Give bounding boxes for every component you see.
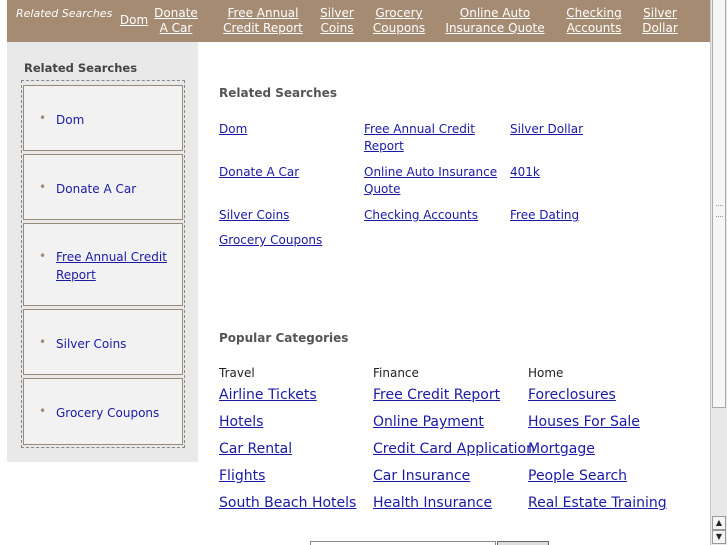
sidebar-item-label[interactable]: Silver Coins xyxy=(56,335,176,353)
scroll-down-arrow-icon[interactable]: ▼ xyxy=(712,530,726,544)
related-link-online-auto-insurance-quote[interactable]: Online Auto Insurance Quote xyxy=(364,164,504,198)
sidebar-item-free-annual-credit-report[interactable]: • Free Annual Credit Report xyxy=(23,223,183,306)
related-link-free-annual-credit-report[interactable]: Free Annual Credit Report xyxy=(364,121,504,155)
scrollbar-thumb[interactable] xyxy=(712,0,726,408)
top-nav-link-silver-coins[interactable]: Silver Coins xyxy=(318,6,356,36)
category-link-credit-card-application[interactable]: Credit Card Application xyxy=(373,441,535,457)
category-link-car-insurance[interactable]: Car Insurance xyxy=(373,468,470,484)
scrollbar-grip-icon xyxy=(716,205,723,217)
sidebar: Related Searches • Dom • Donate A Car • … xyxy=(7,42,198,462)
sidebar-item-donate-a-car[interactable]: • Donate A Car xyxy=(23,154,183,220)
sidebar-item-grocery-coupons[interactable]: • Grocery Coupons xyxy=(23,378,183,445)
category-heading-travel: Travel xyxy=(219,366,255,380)
related-link-401k[interactable]: 401k xyxy=(510,164,650,181)
top-nav-title: Related Searches xyxy=(16,7,113,20)
related-link-silver-dollar[interactable]: Silver Dollar xyxy=(510,121,650,138)
top-nav-link-silver-dollar[interactable]: Silver Dollar xyxy=(640,6,680,36)
top-nav-link-grocery-coupons[interactable]: Grocery Coupons xyxy=(370,6,428,36)
category-heading-finance: Finance xyxy=(373,366,419,380)
category-link-car-rental[interactable]: Car Rental xyxy=(219,441,292,457)
sidebar-item-label[interactable]: Free Annual Credit Report xyxy=(56,248,176,284)
category-link-health-insurance[interactable]: Health Insurance xyxy=(373,495,492,511)
top-nav-link-free-annual-credit-report[interactable]: Free Annual Credit Report xyxy=(216,6,310,36)
search-button[interactable] xyxy=(497,541,549,545)
sidebar-list: • Dom • Donate A Car • Free Annual Credi… xyxy=(21,80,185,448)
sidebar-item-label[interactable]: Grocery Coupons xyxy=(56,404,176,422)
category-link-hotels[interactable]: Hotels xyxy=(219,414,263,430)
popular-categories-title: Popular Categories xyxy=(219,331,349,345)
category-link-online-payment[interactable]: Online Payment xyxy=(373,414,484,430)
sidebar-item-dom[interactable]: • Dom xyxy=(23,85,183,151)
bullet-icon: • xyxy=(39,249,47,263)
top-nav-link-dom[interactable]: Dom xyxy=(119,13,149,28)
top-nav-link-donate-a-car[interactable]: Donate A Car xyxy=(153,6,199,36)
top-nav-link-online-auto-insurance-quote[interactable]: Online Auto Insurance Quote xyxy=(445,6,545,36)
related-link-grocery-coupons[interactable]: Grocery Coupons xyxy=(219,232,359,249)
related-link-dom[interactable]: Dom xyxy=(219,121,359,138)
bullet-icon: • xyxy=(39,335,47,349)
top-nav-bar: Related Searches Dom Donate A Car Free A… xyxy=(7,0,710,42)
category-link-real-estate-training[interactable]: Real Estate Training xyxy=(528,495,667,511)
sidebar-title: Related Searches xyxy=(24,61,138,75)
search-input[interactable] xyxy=(310,541,496,545)
bullet-icon: • xyxy=(39,180,47,194)
category-link-flights[interactable]: Flights xyxy=(219,468,265,484)
category-link-free-credit-report[interactable]: Free Credit Report xyxy=(373,387,500,403)
category-heading-home: Home xyxy=(528,366,564,380)
related-link-free-dating[interactable]: Free Dating xyxy=(510,207,650,224)
category-link-houses-for-sale[interactable]: Houses For Sale xyxy=(528,414,640,430)
sidebar-item-label[interactable]: Donate A Car xyxy=(56,180,176,198)
category-link-south-beach-hotels[interactable]: South Beach Hotels xyxy=(219,495,356,511)
related-link-silver-coins[interactable]: Silver Coins xyxy=(219,207,359,224)
category-link-airline-tickets[interactable]: Airline Tickets xyxy=(219,387,317,403)
category-link-foreclosures[interactable]: Foreclosures xyxy=(528,387,616,403)
sidebar-item-silver-coins[interactable]: • Silver Coins xyxy=(23,309,183,375)
related-link-checking-accounts[interactable]: Checking Accounts xyxy=(364,207,504,224)
related-link-donate-a-car[interactable]: Donate A Car xyxy=(219,164,359,181)
top-nav-link-checking-accounts[interactable]: Checking Accounts xyxy=(564,6,624,36)
category-link-mortgage[interactable]: Mortgage xyxy=(528,441,595,457)
scroll-up-arrow-icon[interactable]: ▲ xyxy=(712,516,726,530)
sidebar-item-label[interactable]: Dom xyxy=(56,111,176,129)
category-link-people-search[interactable]: People Search xyxy=(528,468,627,484)
related-searches-title: Related Searches xyxy=(219,86,337,100)
bullet-icon: • xyxy=(39,111,47,125)
bullet-icon: • xyxy=(39,404,47,418)
vertical-scrollbar[interactable]: ▲ ▼ xyxy=(710,0,727,545)
